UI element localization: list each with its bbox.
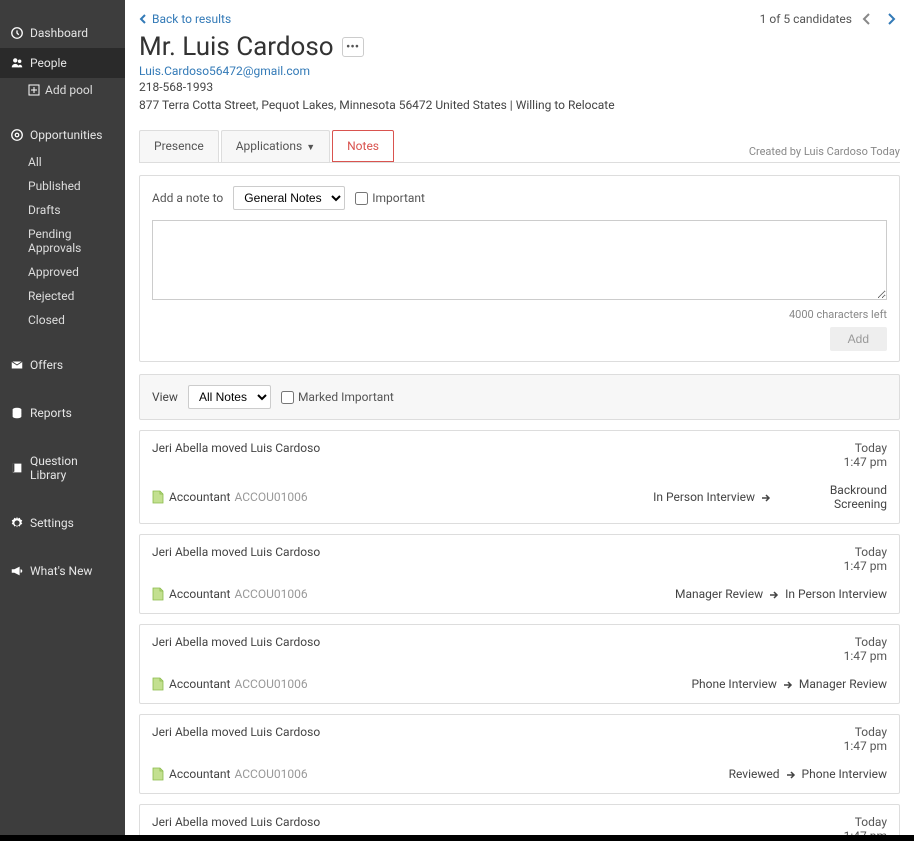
note-card: Jeri Abella moved Luis Cardoso Today1:47… — [139, 430, 900, 524]
label: People — [30, 56, 67, 70]
arrow-right-icon — [761, 492, 771, 502]
note-message: Jeri Abella moved Luis Cardoso — [152, 441, 320, 469]
plus-square-icon — [28, 84, 40, 96]
bullhorn-icon — [10, 564, 24, 578]
sidebar-item-closed[interactable]: Closed — [0, 308, 125, 332]
gear-icon — [10, 516, 24, 530]
sidebar-item-reports[interactable]: Reports — [0, 398, 125, 428]
add-note-button[interactable]: Add — [830, 327, 887, 351]
sidebar: Dashboard People Add pool Opportunities … — [0, 0, 125, 841]
document-icon — [152, 767, 164, 781]
document-icon — [152, 587, 164, 601]
note-card: Jeri Abella moved Luis Cardoso Today1:47… — [139, 534, 900, 614]
target-icon — [10, 128, 24, 142]
arrow-right-icon — [769, 589, 779, 599]
database-icon — [10, 406, 24, 420]
caret-down-icon: ▼ — [306, 143, 315, 153]
arrow-right-icon — [786, 769, 796, 779]
tab-presence[interactable]: Presence — [139, 130, 219, 162]
status-transition: Reviewed Phone Interview — [729, 767, 887, 781]
sidebar-item-question-library[interactable]: Question Library — [0, 446, 125, 490]
note-message: Jeri Abella moved Luis Cardoso — [152, 725, 320, 753]
candidate-phone: 218-568-1993 — [139, 78, 900, 96]
mail-icon — [10, 358, 24, 372]
sidebar-item-rejected[interactable]: Rejected — [0, 284, 125, 308]
note-message: Jeri Abella moved Luis Cardoso — [152, 635, 320, 663]
add-note-label: Add a note to — [152, 191, 223, 205]
sidebar-item-all[interactable]: All — [0, 150, 125, 174]
sidebar-item-drafts[interactable]: Drafts — [0, 198, 125, 222]
created-by-text: Created by Luis Cardoso Today — [749, 145, 900, 162]
note-timestamp: Today1:47 pm — [844, 635, 887, 663]
sidebar-item-pending-approvals[interactable]: Pending Approvals — [0, 222, 125, 260]
back-label: Back to results — [152, 12, 231, 26]
label: Add pool — [45, 83, 93, 97]
sidebar-item-settings[interactable]: Settings — [0, 508, 125, 538]
note-category-select[interactable]: General Notes — [233, 186, 345, 210]
job-reference[interactable]: Accountant ACCOU01006 — [152, 677, 308, 691]
add-note-panel: Add a note to General Notes Important 40… — [139, 175, 900, 362]
tab-applications[interactable]: Applications▼ — [221, 130, 330, 162]
view-filter-bar: View All Notes Marked Important — [139, 374, 900, 420]
sidebar-item-dashboard[interactable]: Dashboard — [0, 18, 125, 48]
status-transition: Phone Interview Manager Review — [691, 677, 887, 691]
sidebar-item-whats-new[interactable]: What's New — [0, 556, 125, 586]
document-icon — [152, 677, 164, 691]
job-reference[interactable]: Accountant ACCOU01006 — [152, 767, 308, 781]
pager-text: 1 of 5 candidates — [760, 12, 852, 26]
candidate-name: Mr. Luis Cardoso — [139, 32, 334, 62]
label: Dashboard — [30, 26, 88, 40]
candidate-pager: 1 of 5 candidates — [760, 10, 900, 28]
marked-important-checkbox[interactable]: Marked Important — [281, 390, 394, 404]
label: Opportunities — [30, 128, 102, 142]
document-icon — [152, 490, 164, 504]
arrow-right-icon — [783, 679, 793, 689]
label: Offers — [30, 358, 63, 372]
note-timestamp: Today1:47 pm — [844, 725, 887, 753]
sidebar-item-opportunities[interactable]: Opportunities — [0, 120, 125, 150]
book-icon — [10, 461, 24, 475]
candidate-address: 877 Terra Cotta Street, Pequot Lakes, Mi… — [139, 96, 900, 114]
note-card: Jeri Abella moved Luis Cardoso Today1:47… — [139, 714, 900, 794]
back-link[interactable]: Back to results — [139, 12, 231, 26]
job-reference[interactable]: Accountant ACCOU01006 — [152, 587, 308, 601]
note-timestamp: Today1:47 pm — [844, 545, 887, 573]
view-select[interactable]: All Notes — [188, 385, 271, 409]
pager-prev-button[interactable] — [858, 10, 876, 28]
sidebar-item-add-pool[interactable]: Add pool — [0, 78, 125, 102]
note-message: Jeri Abella moved Luis Cardoso — [152, 545, 320, 573]
important-checkbox[interactable]: Important — [355, 191, 425, 205]
label: Question Library — [30, 454, 115, 482]
people-icon — [10, 56, 24, 70]
sidebar-item-published[interactable]: Published — [0, 174, 125, 198]
label: Reports — [30, 406, 72, 420]
note-timestamp: Today1:47 pm — [844, 441, 887, 469]
sidebar-item-offers[interactable]: Offers — [0, 350, 125, 380]
label: Settings — [30, 516, 74, 530]
main-content: Back to results 1 of 5 candidates Mr. Lu… — [125, 0, 914, 841]
status-transition: In Person Interview Backround Screening — [653, 483, 887, 511]
more-actions-button[interactable]: ••• — [342, 37, 364, 57]
char-count: 4000 characters left — [152, 308, 887, 321]
pager-next-button[interactable] — [882, 10, 900, 28]
sidebar-item-approved[interactable]: Approved — [0, 260, 125, 284]
sidebar-item-people[interactable]: People — [0, 48, 125, 78]
candidate-email[interactable]: Luis.Cardoso56472@gmail.com — [139, 64, 900, 78]
clock-icon — [10, 26, 24, 40]
note-card: Jeri Abella moved Luis Cardoso Today1:47… — [139, 624, 900, 704]
status-transition: Manager Review In Person Interview — [675, 587, 887, 601]
tabs: Presence Applications▼ Notes — [139, 130, 396, 162]
view-label: View — [152, 390, 178, 404]
tab-notes[interactable]: Notes — [332, 130, 394, 162]
note-textarea[interactable] — [152, 220, 887, 300]
label: What's New — [30, 564, 92, 578]
job-reference[interactable]: Accountant ACCOU01006 — [152, 490, 308, 504]
